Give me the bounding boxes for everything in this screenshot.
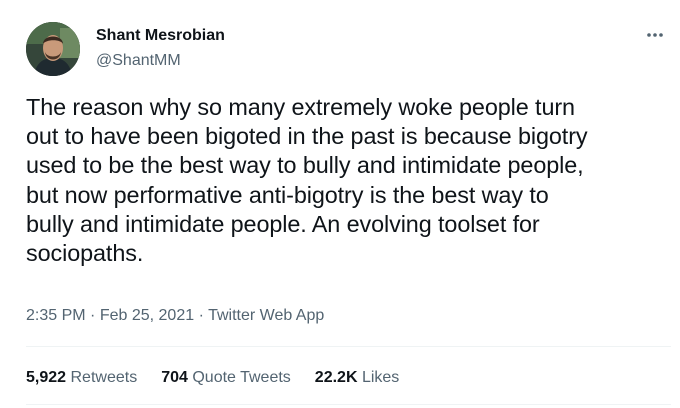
avatar[interactable] bbox=[26, 22, 80, 76]
quote-tweets-stat[interactable]: 704 Quote Tweets bbox=[161, 368, 291, 388]
retweets-label: Retweets bbox=[70, 369, 138, 386]
author-handle[interactable]: @ShantMM bbox=[96, 51, 181, 71]
more-horizontal-icon bbox=[647, 33, 663, 37]
tweet-source-link[interactable]: Twitter Web App bbox=[208, 307, 324, 324]
meta-separator: · bbox=[198, 307, 204, 324]
quote-tweets-label: Quote Tweets bbox=[192, 369, 291, 386]
likes-stat[interactable]: 22.2K Likes bbox=[315, 368, 400, 388]
likes-count: 22.2K bbox=[314, 369, 358, 386]
tweet-time: 2:35 PM bbox=[26, 307, 86, 324]
likes-label: Likes bbox=[361, 369, 400, 386]
divider bbox=[26, 346, 671, 347]
quote-tweets-count: 704 bbox=[161, 369, 188, 386]
retweets-stat[interactable]: 5,922 Retweets bbox=[26, 368, 137, 388]
divider bbox=[26, 404, 671, 405]
tweet-card: Shant Mesrobian @ShantMM The reason why … bbox=[0, 0, 680, 408]
avatar-portrait-icon bbox=[26, 22, 80, 76]
engagement-stats: 5,922 Retweets 704 Quote Tweets 22.2K Li… bbox=[26, 368, 399, 388]
tweet-time-link[interactable]: 2:35 PM · Feb 25, 2021 bbox=[26, 307, 199, 324]
tweet-text: The reason why so many extremely woke pe… bbox=[26, 94, 588, 267]
tweet-date: Feb 25, 2021 bbox=[99, 307, 195, 324]
meta-separator: · bbox=[90, 307, 96, 324]
retweets-count: 5,922 bbox=[26, 369, 67, 386]
tweet-metadata: 2:35 PM · Feb 25, 2021 · Twitter Web App bbox=[26, 306, 324, 326]
author-name[interactable]: Shant Mesrobian bbox=[96, 26, 225, 46]
more-options-button[interactable] bbox=[642, 26, 668, 44]
